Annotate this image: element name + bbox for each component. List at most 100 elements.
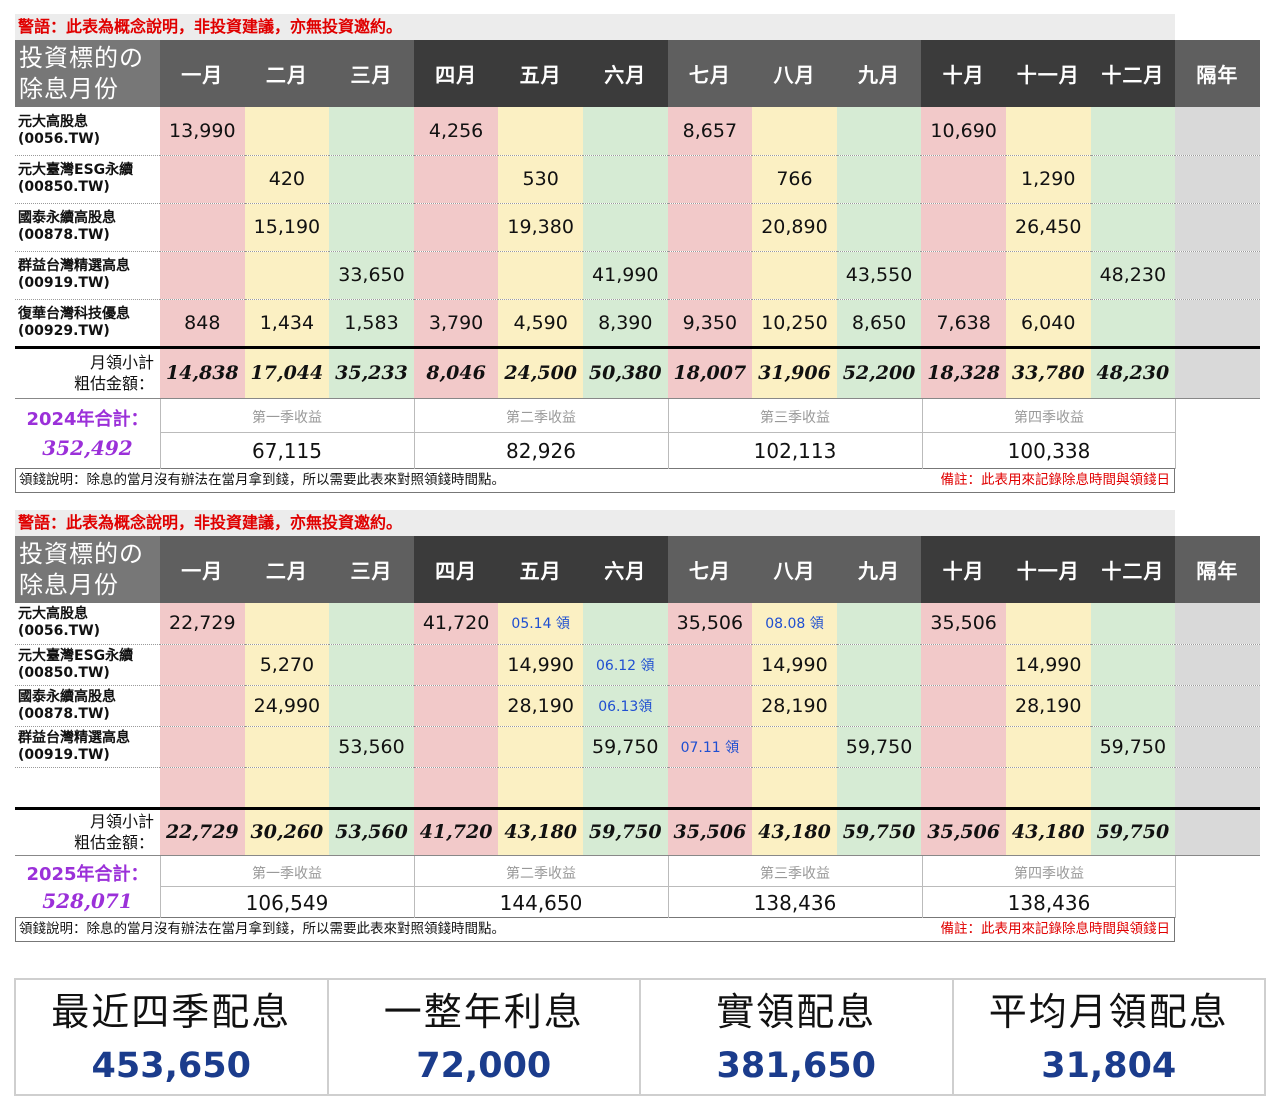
dividend-cell [1175,203,1260,252]
subtotal-value: 50,380 [582,345,668,399]
dividend-cell [413,767,499,809]
payout-date-tag: 06.12 領 [582,644,668,686]
dividend-cell [1090,767,1176,809]
dividend-cell [1175,685,1260,727]
summary-cell-recent-four-quarters: 最近四季配息 453,650 [16,980,329,1094]
dividend-cell [836,644,922,686]
dividend-cell: 13,990 [160,107,245,156]
dividend-cell [1175,644,1260,686]
dividend-cell [413,203,499,252]
month-header: 二月 [244,536,330,603]
year-total-value: 352,492 [42,435,133,460]
quarter-value: 67,115 [252,438,322,463]
subtotal-label: 月領小計 粗估金額： [15,806,160,856]
subtotal-value [1175,345,1260,399]
dividend-cell [244,107,330,156]
dividend-cell [836,203,922,252]
quarter-label: 第一季收益 [252,409,322,426]
quarter-label: 第二季收益 [506,865,576,882]
summary-value: 453,650 [91,1046,251,1086]
dividend-cell [1090,299,1176,348]
dividend-cell [160,767,245,809]
dividend-cell: 8,390 [582,299,668,348]
dividend-cell: 766 [752,155,837,204]
subtotal-value: 59,750 [836,806,922,856]
month-header: 二月 [244,40,330,107]
header-row: 投資標的の 除息月份 一月 二月 三月 四月 五月 六月 七月 八月 九月 十月 … [15,40,1260,107]
dividend-cell [1175,299,1260,348]
dividend-cell: 53,560 [329,726,414,768]
dividend-grid-2025: 投資標的の 除息月份 一月 二月 三月 四月 五月 六月 七月 八月 九月 十月 … [15,536,1260,856]
note-bar: 領錢說明：除息的當月沒有辦法在當月拿到錢，所以需要此表來對照領錢時間點。 備註：… [15,917,1175,942]
month-header: 七月 [667,40,753,107]
quarter-label: 第四季收益 [1014,409,1084,426]
dividend-cell [667,155,753,204]
month-header: 七月 [667,536,753,603]
subtotal-value: 17,044 [244,345,330,399]
subtotal-value: 24,500 [498,345,583,399]
dividend-cell [1090,685,1176,727]
dividend-cell: 1,434 [244,299,330,348]
month-header: 十一月 [1005,40,1091,107]
dividend-cell: 33,650 [329,251,414,300]
table-row: 國泰永續高股息 (00878.TW) 15,190 19,380 20,890 26,45… [15,203,1260,252]
month-header: 四月 [413,536,499,603]
quarter-label: 第三季收益 [760,409,830,426]
dividend-cell [329,107,414,156]
table-row: 元大高股息 (0056.TW) 22,729 41,720 05.14 領 35,506 0… [15,603,1260,645]
dividend-cell [836,767,922,809]
dividend-cell: 35,506 [667,603,753,645]
dividend-cell [160,155,245,204]
quarter-label: 第一季收益 [252,865,322,882]
subtotal-row: 月領小計 粗估金額： 22,729 30,260 53,560 41,720 43,180 5… [15,806,1260,856]
payout-date-tag: 07.11 領 [667,726,753,768]
dividend-cell [752,726,837,768]
month-header: 六月 [582,536,668,603]
quarter-value: 82,926 [506,438,576,463]
dividend-cell: 420 [244,155,330,204]
dividend-cell: 4,256 [413,107,499,156]
summary-label: 一整年利息 [383,990,584,1034]
fund-name: 元大高股息 (0056.TW) [15,107,160,156]
dividend-cell [752,107,837,156]
quarter-value: 106,549 [245,890,329,915]
month-header: 五月 [498,40,583,107]
dividend-cell [921,685,1006,727]
dividend-cell [1175,107,1260,156]
dividend-cell [582,767,668,809]
subtotal-value: 43,180 [752,806,837,856]
payout-date-tag: 05.14 領 [498,603,583,645]
month-header: 八月 [752,536,837,603]
fund-name: 元大高股息 (0056.TW) [15,603,160,645]
payout-date-tag: 06.13領 [582,685,668,727]
dividend-cell: 15,190 [244,203,330,252]
dividend-cell: 48,230 [1090,251,1176,300]
subtotal-value: 22,729 [160,806,245,856]
dividend-cell [413,251,499,300]
subtotal-value: 35,506 [921,806,1006,856]
month-header: 四月 [413,40,499,107]
dividend-cell [1175,155,1260,204]
subtotal-value: 59,750 [1090,806,1176,856]
subtotal-value: 30,260 [244,806,330,856]
subtotal-value: 14,838 [160,345,245,399]
dividend-cell [1090,107,1176,156]
month-header-next-year: 隔年 [1175,536,1260,603]
month-header: 三月 [329,40,414,107]
fund-name: 復華台灣科技優息 (00929.TW) [15,299,160,348]
dividend-cell [1175,767,1260,809]
dividend-cell: 8,657 [667,107,753,156]
dividend-cell [1005,251,1091,300]
dividend-cell [1090,203,1176,252]
dividend-cell [160,251,245,300]
dividend-cell [498,251,583,300]
month-header: 十二月 [1090,40,1176,107]
dividend-cell [498,767,583,809]
summary-cell-actual-dividend: 實領配息 381,650 [641,980,954,1094]
dividend-cell [1005,107,1091,156]
dividend-cell [160,685,245,727]
dividend-cell: 19,380 [498,203,583,252]
dividend-cell [244,726,330,768]
dividend-cell [582,603,668,645]
summary-value: 31,804 [1041,1046,1177,1086]
